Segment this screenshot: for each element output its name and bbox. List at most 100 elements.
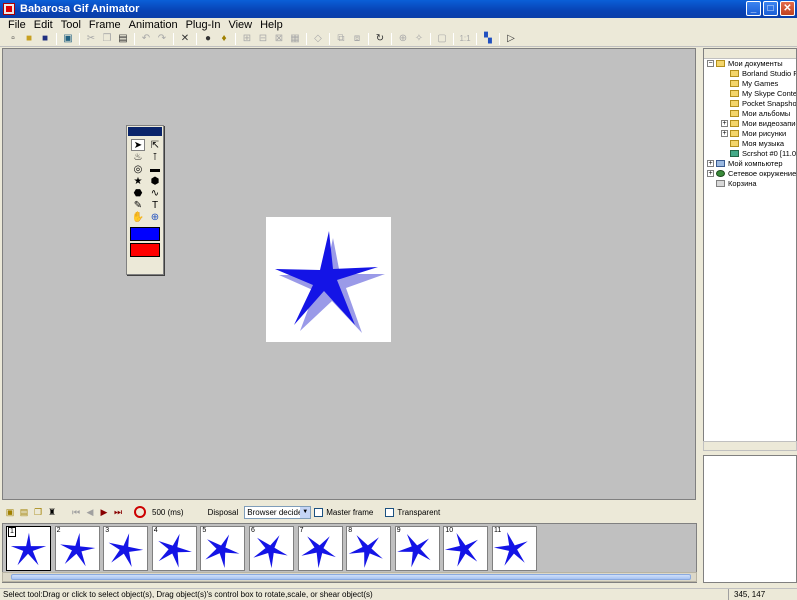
filmstrip-scroll-thumb[interactable] [11,574,691,580]
direct-select-icon[interactable]: ⇱ [148,139,162,151]
menu-help[interactable]: Help [256,19,287,31]
secondary-color-swatch[interactable] [130,243,160,257]
tree-item[interactable]: Мои альбомы [704,109,796,119]
star-shape[interactable] [266,217,391,342]
undo-icon[interactable]: ↶ [139,32,153,45]
close-button[interactable]: ✕ [780,1,795,16]
paste-icon[interactable]: ▤ [116,32,130,45]
redo-icon[interactable]: ↷ [155,32,169,45]
menu-edit[interactable]: Edit [30,19,57,31]
tree-item[interactable]: Моя музыка [704,139,796,149]
curve-icon[interactable]: ∿ [148,187,162,199]
frame-thumbnail[interactable]: 11 [492,526,537,571]
frame-thumbnail[interactable]: 2 [54,526,100,571]
frame-thumbnail[interactable]: 10 [443,526,489,571]
first-frame-icon[interactable]: ⏮ [70,506,82,518]
select-arrow-icon[interactable]: ➤ [131,139,145,151]
collapse-icon[interactable]: − [707,60,714,67]
new-icon[interactable]: ▫ [6,32,20,45]
eyedropper-icon[interactable]: ⊺ [148,151,162,163]
tree-item[interactable]: My Games [704,79,796,89]
optimize-icon[interactable]: ▚ [481,32,495,45]
tree-item[interactable]: + Мои рисунки [704,129,796,139]
tree-item[interactable]: + Мой компьютер [704,159,796,169]
pencil-icon[interactable]: ✎ [131,199,145,211]
menu-view[interactable]: View [224,19,256,31]
last-frame-icon[interactable]: ⏭ [112,506,124,518]
frame-thumbnail[interactable]: 1 [6,526,51,571]
frame-thumbnail[interactable]: 7 [297,526,343,571]
transparent-checkbox[interactable] [385,507,395,517]
duplicate-frame-icon[interactable]: ❐ [32,506,44,518]
menu-file[interactable]: File [4,19,30,31]
menu-tool[interactable]: Tool [57,19,85,31]
tree-item[interactable]: Корзина [704,179,796,189]
frame-thumbnail[interactable]: 6 [249,526,294,571]
expand-icon[interactable]: + [721,120,728,127]
ungroup-icon[interactable]: ⧈ [350,32,364,45]
tree-item[interactable]: − Мои документы [704,59,796,69]
delay-clock-icon[interactable] [134,506,146,518]
primary-color-swatch[interactable] [130,227,160,241]
prev-frame-icon[interactable]: ◀ [84,506,96,518]
open-icon[interactable]: ■ [22,32,36,45]
delete-icon[interactable]: ✕ [178,32,192,45]
blob-icon[interactable]: ⬣ [131,187,145,199]
align-center-icon[interactable]: ⊟ [256,32,270,45]
tree-item[interactable]: Scrshot #0 [11.02 [704,149,796,159]
cut-icon[interactable]: ✂ [84,32,98,45]
master-frame-checkbox[interactable] [314,507,324,517]
tree-item[interactable]: + Сетевое окружение [704,169,796,179]
play-icon[interactable]: ▷ [504,32,518,45]
preview-icon[interactable]: ▣ [61,32,75,45]
magic-icon[interactable]: ✧ [412,32,426,45]
effect-icon[interactable]: ⊕ [396,32,410,45]
minimize-button[interactable]: _ [746,1,761,16]
expand-icon[interactable]: + [707,160,714,167]
flip-horizontal-icon[interactable]: ◇ [311,32,325,45]
ellipse-icon[interactable]: ◎ [131,163,145,175]
menu-frame[interactable]: Frame [85,19,125,31]
menu-animation[interactable]: Animation [125,19,182,31]
folder-tree-scrollbar[interactable] [703,441,797,451]
delete-frame-icon[interactable]: ♜ [46,506,58,518]
save-icon[interactable]: ■ [38,32,52,45]
actual-size-icon[interactable]: 1:1 [458,32,472,45]
tree-item[interactable]: + Мои видеозапис [704,119,796,129]
tree-item[interactable]: Pocket Snapshot [704,99,796,109]
bulb-icon[interactable]: ♦ [217,32,231,45]
align-left-icon[interactable]: ⊞ [240,32,254,45]
zoom-tool-icon[interactable]: ⊕ [148,211,162,223]
bomb-icon[interactable]: ● [201,32,215,45]
text-icon[interactable]: T [148,199,162,211]
disposal-select[interactable]: Browser decide [244,505,312,519]
title-bar[interactable]: Babarosa Gif Animator _ □ ✕ [0,0,797,18]
add-frame-icon[interactable]: ▣ [4,506,16,518]
copy-icon[interactable]: ❐ [100,32,114,45]
star-icon[interactable]: ★ [131,175,145,187]
fill-icon[interactable]: ♨ [131,151,145,163]
expand-icon[interactable]: + [707,170,714,177]
distribute-icon[interactable]: ▦ [288,32,302,45]
editing-canvas[interactable]: ➤ ⇱ ♨ ⊺ ◎ ▬ ★ ⬢ ⬣ ∿ ✎ T ✋ ⊕ [2,48,696,500]
frame-thumbnail[interactable]: 5 [200,526,246,571]
crop-icon[interactable]: ▢ [435,32,449,45]
frame-thumbnail[interactable]: 3 [103,526,149,571]
polygon-icon[interactable]: ⬢ [148,175,162,187]
menu-plugin[interactable]: Plug-In [182,19,225,31]
frame-thumbnail[interactable]: 9 [394,526,440,571]
tree-item[interactable]: Borland Studio Pr [704,69,796,79]
next-frame-icon[interactable]: ▶ [98,506,110,518]
tree-item[interactable]: My Skype Conter [704,89,796,99]
rectangle-icon[interactable]: ▬ [148,163,162,175]
rotate-icon[interactable]: ↻ [373,32,387,45]
delay-value[interactable]: 500 (ms) [152,508,184,517]
hand-icon[interactable]: ✋ [131,211,145,223]
group-icon[interactable]: ⧉ [334,32,348,45]
frame-canvas[interactable] [266,217,391,342]
maximize-button[interactable]: □ [763,1,778,16]
insert-frame-icon[interactable]: ▤ [18,506,30,518]
align-right-icon[interactable]: ⊠ [272,32,286,45]
app-icon[interactable] [3,3,15,15]
expand-icon[interactable]: + [721,130,728,137]
